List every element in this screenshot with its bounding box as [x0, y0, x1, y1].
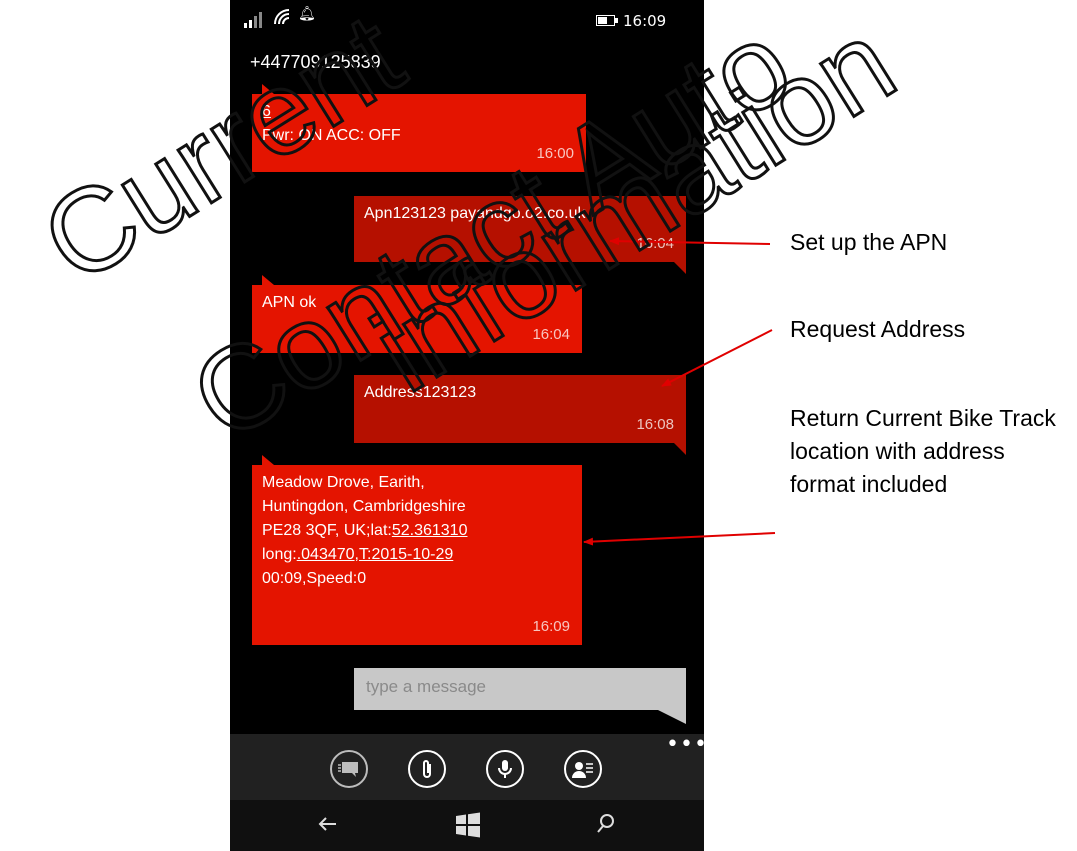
message-bubble-incoming[interactable]: 6 Pwr: ON ACC: OFF 16:00	[252, 84, 586, 172]
phone-screen: 🔔︎ 16:09 +447709125839 6 Pwr: ON ACC: OF…	[230, 0, 704, 851]
voice-button[interactable]	[486, 750, 524, 788]
annotation-request-address: Request Address	[790, 316, 966, 342]
contact-card-icon	[572, 762, 593, 778]
longitude-link[interactable]: .043470	[297, 546, 355, 563]
wifi-icon	[274, 9, 290, 25]
message-text: Address123123	[364, 384, 477, 401]
message-text: 00:09,Speed:0	[262, 570, 367, 587]
attach-button[interactable]	[408, 750, 446, 788]
app-bar: •••	[230, 734, 704, 800]
latitude-link[interactable]: 52.361310	[392, 522, 468, 539]
windows-logo-icon[interactable]	[454, 812, 482, 838]
message-time: 16:04	[532, 326, 570, 343]
status-time: 16:09	[623, 12, 667, 30]
message-text: Meadow Drove, Earith,	[262, 474, 425, 491]
emoticon-icon	[338, 762, 358, 777]
battery-icon	[596, 15, 618, 26]
search-icon[interactable]	[595, 812, 617, 836]
microphone-icon	[498, 760, 512, 778]
message-bubble-incoming[interactable]: APN ok 16:04	[252, 275, 582, 353]
message-text: PE28 3QF, UK;lat:52.361310	[262, 519, 572, 543]
message-time: 16:09	[532, 618, 570, 635]
bell-icon: 🔔︎	[298, 6, 316, 22]
paperclip-icon	[423, 760, 431, 778]
message-text: APN ok	[262, 294, 317, 311]
more-options-button[interactable]: •••	[666, 734, 704, 756]
navigation-bar	[230, 800, 704, 851]
signal-icon	[244, 12, 262, 28]
status-bar: 🔔︎ 16:09	[230, 0, 704, 44]
emoticon-button[interactable]	[330, 750, 368, 788]
message-bubble-outgoing[interactable]: Apn123123 payandgo.o2.co.uk 16:04	[354, 196, 686, 274]
message-input[interactable]: type a message	[354, 668, 686, 710]
message-time: 16:04	[636, 235, 674, 252]
annotation-apn: Set up the APN	[790, 229, 948, 255]
contact-card-button[interactable]	[564, 750, 602, 788]
back-arrow-icon[interactable]	[316, 812, 340, 836]
message-text: Pwr: ON ACC: OFF	[262, 127, 401, 144]
message-time: 16:08	[636, 416, 674, 433]
message-text: PE28 3QF, UK;lat:	[262, 522, 392, 539]
message-text: 6	[262, 103, 271, 120]
contact-number: +447709125839	[250, 52, 381, 72]
message-text: Huntingdon, Cambridgeshire	[262, 498, 466, 515]
message-input-tail	[658, 710, 686, 724]
message-text: long:	[262, 546, 297, 563]
message-bubble-incoming[interactable]: Meadow Drove, Earith, Huntingdon, Cambri…	[252, 455, 582, 645]
message-text: long:.043470,T:2015-10-29	[262, 543, 572, 567]
message-time: 16:00	[536, 145, 574, 162]
message-bubble-outgoing[interactable]: Address123123 16:08	[354, 375, 686, 455]
annotation-return-location: Return Current Bike Track location with …	[790, 405, 1056, 497]
timestamp-link[interactable]: ,T:2015-10-29	[355, 546, 454, 563]
message-text: Apn123123 payandgo.o2.co.uk	[364, 205, 586, 222]
